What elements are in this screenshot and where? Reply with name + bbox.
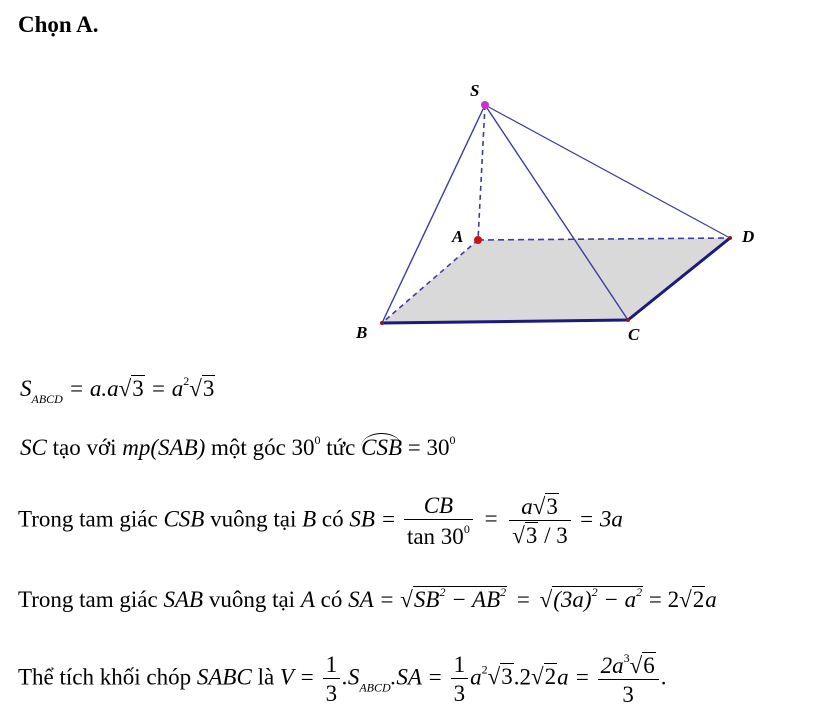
area-formula-line: SABCD = a.a√3 = a2√3 [20, 374, 216, 406]
sb-computation-line: Trong tam giác CSB vuông tại B có SB = C… [18, 493, 623, 549]
sa-computation-line: Trong tam giác SAB vuông tại A có SA = √… [18, 585, 717, 612]
sqrt-3-b: √3 [189, 375, 216, 401]
volume-line: Thể tích khối chóp SABC là V = 1 3 .SABCD.… [18, 651, 667, 707]
point-s [481, 101, 489, 109]
edge-sd [484, 104, 731, 239]
point-d [728, 236, 732, 240]
fraction-one-third-b: 13 [450, 653, 469, 705]
area-expr: = a.a [68, 376, 119, 401]
label-b: B [355, 323, 367, 342]
fraction-one-third: 13 [322, 653, 341, 705]
label-d: D [741, 227, 754, 246]
label-c: C [628, 325, 640, 344]
point-b [380, 321, 384, 325]
area-subscript: ABCD [31, 392, 63, 406]
label-a: A [451, 227, 463, 246]
label-s: S [470, 81, 479, 100]
sqrt-3a2-a2: √(3a)2 − a2 [539, 585, 644, 612]
fraction-volume-result: 2a3√6 3 [597, 652, 659, 706]
point-a [474, 236, 482, 244]
fraction-a-sqrt3: a√3 √3 / 3 [509, 493, 571, 548]
area-result: = a [150, 376, 184, 401]
angle-csb: CSB [361, 433, 403, 460]
angle-line: SC tạo với mp(SAB) một góc 300 tức CSB =… [20, 433, 456, 460]
edge-sa [477, 104, 486, 241]
sqrt-sb2-ab2: √SB2 − AB2 [400, 585, 508, 612]
pyramid-figure: S A B C D [355, 81, 754, 344]
sqrt-3: √3 [118, 375, 145, 401]
point-c [626, 318, 630, 322]
fraction-cb-tan30: CB tan 300 [403, 494, 473, 548]
area-symbol: S [20, 376, 32, 401]
